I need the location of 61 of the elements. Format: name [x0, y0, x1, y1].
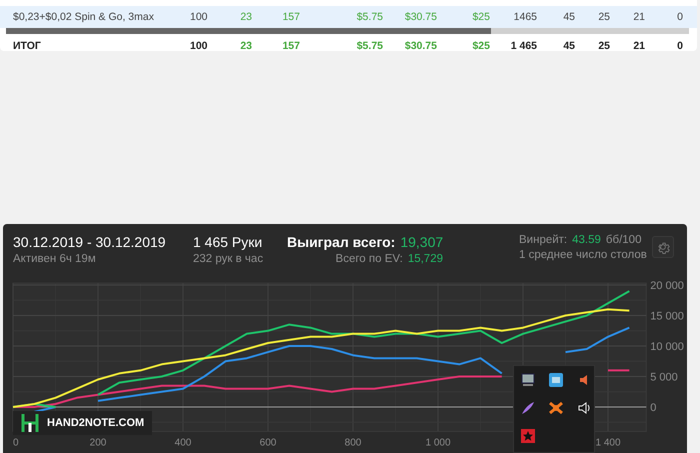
tables-average: 1 среднее число столов — [519, 249, 647, 261]
table-cell-text: ИТОГ — [12, 40, 42, 52]
y-tick-label: 20 000 — [650, 280, 684, 292]
table-cell-text: 157 — [281, 11, 300, 23]
won-label: Выиграл всего: — [287, 234, 396, 250]
table-cell-text: 45 — [562, 11, 575, 23]
table-cell-text: 1465 — [512, 11, 537, 23]
app-icon[interactable] — [548, 372, 564, 388]
table-cell-text: $30.75 — [404, 11, 437, 23]
y-tick-label: 0 — [650, 402, 656, 414]
table-cell-text: 21 — [632, 11, 645, 23]
table-cell-text: $30.75 — [404, 40, 437, 52]
table-cell-text: $0,23+$0,02 Spin & Go, 3max — [12, 11, 155, 23]
table-cell-text: 0 — [676, 11, 683, 23]
table-cell-text: 23 — [239, 40, 252, 52]
settings-icon — [656, 240, 670, 254]
table-cell-text: 157 — [281, 40, 300, 52]
feather-icon[interactable] — [520, 400, 536, 416]
x-tick-label: 200 — [90, 437, 106, 448]
logo-text: HAND2NOTE.COM — [47, 417, 144, 429]
x-tick-label: 600 — [260, 437, 276, 448]
x-tick-label: 1 400 — [595, 437, 621, 448]
speaker-icon[interactable] — [576, 400, 592, 416]
table-cell: 100 — [190, 40, 205, 52]
table-cell-text: 21 — [632, 40, 645, 52]
table-cell-text: $25 — [471, 40, 490, 52]
y-tick-label: 15 000 — [650, 310, 684, 322]
hands-rate: 232 рук в час — [193, 253, 264, 265]
winrate-label: Винрейт: — [519, 234, 568, 246]
monitor-icon[interactable] — [520, 372, 536, 388]
table-cell-text: $5.75 — [356, 40, 383, 52]
hands-count: 1 465 Руки — [193, 234, 264, 250]
table-cell-text: 1 465 — [510, 40, 537, 52]
settings-button[interactable] — [652, 236, 674, 258]
table-cell-text: 45 — [562, 40, 575, 52]
table-cell-text: $5.75 — [356, 11, 383, 23]
star-icon[interactable] — [520, 428, 536, 444]
x-tick-label: 800 — [344, 437, 362, 448]
y-tick-label: 5 000 — [650, 372, 678, 384]
ev-value: 15,729 — [408, 253, 443, 265]
scrollbar[interactable] — [6, 28, 689, 34]
date-range: 30.12.2019 - 30.12.2019 — [13, 234, 167, 250]
table-cell: 100 — [190, 11, 205, 23]
y-tick-label: 10 000 — [650, 341, 684, 353]
table-row[interactable]: $0,23+$0,02 Spin & Go, 3max 100 23 157 $5.75 $30.75 $25 1465 45 25 21 0 — [0, 6, 697, 28]
table-cell-text: 25 — [597, 11, 610, 23]
table-cell-text: 23 — [239, 11, 252, 23]
winrate-unit: бб/100 — [606, 234, 642, 246]
won-value: 19,307 — [400, 234, 444, 250]
cross-icon[interactable] — [548, 400, 564, 416]
table-cell-text: $25 — [471, 11, 490, 23]
x-tick-label: 400 — [174, 437, 192, 448]
table-cell-text: 0 — [676, 40, 683, 52]
x-tick-label: 1 000 — [425, 437, 451, 448]
winrate-value: 43.59 — [572, 234, 601, 246]
table-cell-text: 25 — [597, 40, 610, 52]
logo-icon — [21, 413, 39, 433]
ev-label: Всего по EV: — [336, 253, 403, 265]
x-tick-label: 0 — [13, 437, 19, 448]
active-time: Активен 6ч 19м — [13, 253, 97, 265]
scrollbar-thumb[interactable] — [6, 28, 491, 34]
